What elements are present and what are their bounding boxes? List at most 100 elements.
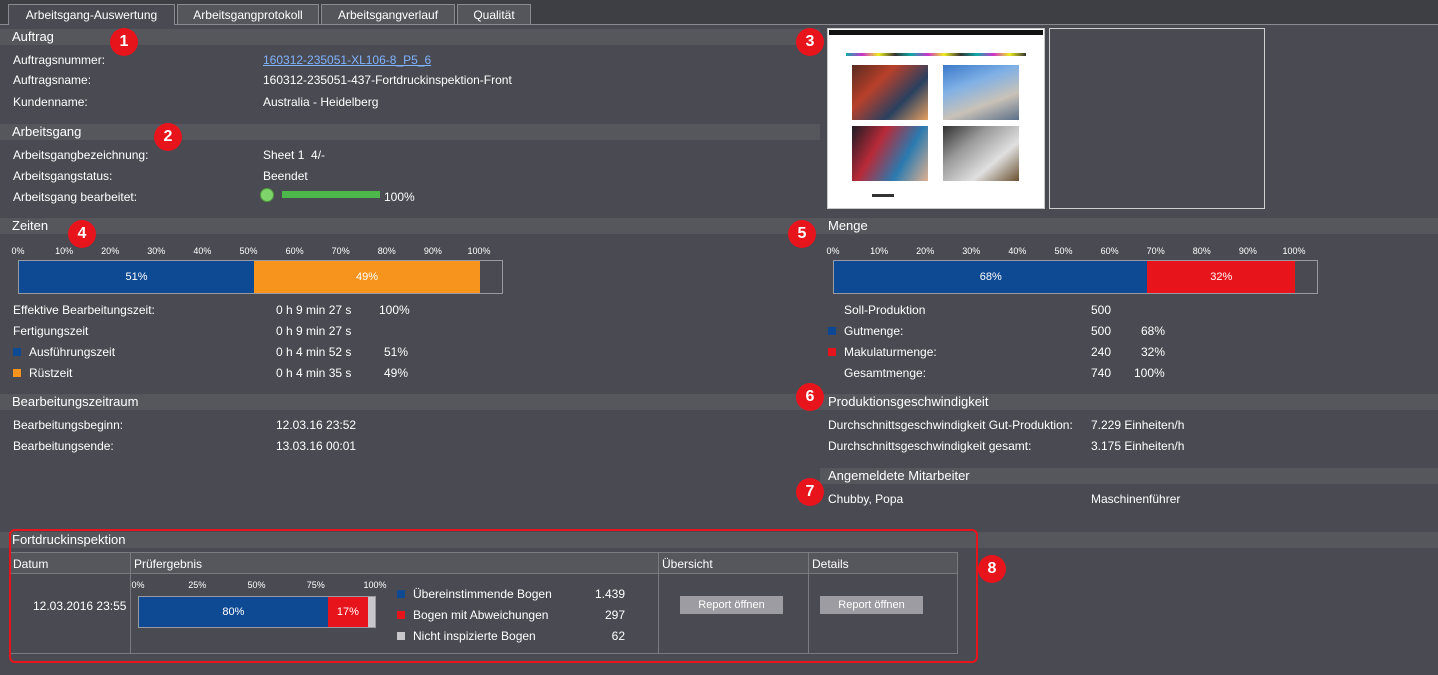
legend-swatch [397, 611, 405, 619]
scale-tick-label: 0% [11, 246, 25, 256]
photo-portrait [852, 126, 928, 181]
scale-tick-label: 10% [870, 246, 889, 256]
legend-swatch [397, 590, 405, 598]
scale-tick-label: 90% [1238, 246, 1257, 256]
bearbeitungsbeginn-value: 12.03.16 23:52 [276, 418, 357, 432]
section-menge-header: Menge [820, 218, 1438, 234]
zeiten-row-label: Rüstzeit [29, 366, 73, 380]
scale-tick-label: 40% [1008, 246, 1027, 256]
menge-scale: 0% 10% 20% 30% 40% 50% 60% 70% 80% 90% 100% [826, 246, 1305, 258]
zeiten-row-label: Ausführungszeit [29, 345, 116, 359]
status-dot-icon [260, 188, 274, 202]
callout-badge-1: 1 [110, 28, 138, 56]
auftragsname-label: Auftragsname: [13, 73, 92, 87]
zeiten-bar-chart: 51% 49% [18, 260, 503, 294]
callout-badge-2: 2 [154, 123, 182, 151]
sheet-preview-thumbnail[interactable] [827, 28, 1045, 209]
menge-row-pct: 100% [1134, 366, 1165, 380]
arbeitsgang-progress-fill [282, 191, 380, 198]
scale-tick-label: 30% [962, 246, 981, 256]
color-control-strip [846, 53, 1026, 56]
arbeitsgang-bearbeitet-label: Arbeitsgang bearbeitet: [13, 190, 138, 204]
menge-row-label: Gutmenge: [844, 324, 904, 338]
scale-tick-label: 70% [1146, 246, 1165, 256]
scale-tick-label: 60% [1100, 246, 1119, 256]
arbeitsgang-progress-track [282, 191, 380, 198]
tab-bar: Arbeitsgang-Auswertung Arbeitsgangprotok… [0, 0, 1438, 25]
inspection-legend-label: Bogen mit Abweichungen [413, 608, 549, 622]
section-arbeitsgang-header: Arbeitsgang [0, 124, 820, 140]
kundenname-value: Australia - Heidelberg [263, 95, 379, 109]
scale-tick-label: 30% [147, 246, 166, 256]
zeiten-scale: 0% 10% 20% 30% 40% 50% 60% 70% 80% 90% 100% [11, 246, 490, 258]
zeiten-row-label: Fertigungszeit [13, 324, 89, 338]
inspection-legend-label: Nicht inspizierte Bogen [413, 629, 536, 643]
speed-gut-label: Durchschnittsgeschwindigkeit Gut-Produkt… [828, 418, 1073, 432]
callout-badge-7: 7 [796, 478, 824, 506]
scale-tick-label: 0% [826, 246, 840, 256]
arbeitsgang-progress-value: 100% [384, 190, 415, 204]
bearbeitungsende-value: 13.03.16 00:01 [276, 439, 357, 453]
bar-segment: 49% [254, 261, 480, 293]
zeiten-row-value: 0 h 4 min 52 s [276, 345, 352, 359]
menge-row-label: Gesamtmenge: [844, 366, 927, 380]
tab-arbeitsgangverlauf[interactable]: Arbeitsgangverlauf [321, 4, 455, 24]
section-produktionsgeschwindigkeit-header: Produktionsgeschwindigkeit [820, 394, 1438, 410]
callout-badge-6: 6 [796, 383, 824, 411]
section-bearbeitungszeitraum-header: Bearbeitungszeitraum [0, 394, 820, 410]
menge-row-label: Soll-Produktion [844, 303, 926, 317]
tab-qualitaet[interactable]: Qualität [457, 4, 531, 24]
scale-tick-label: 20% [916, 246, 935, 256]
legend-swatch [13, 369, 21, 377]
menge-row-value: 240 [1091, 345, 1112, 359]
scale-tick-label: 50% [239, 246, 258, 256]
scale-tick-label: 60% [285, 246, 304, 256]
scale-tick-label: 10% [55, 246, 74, 256]
section-zeiten-header: Zeiten [0, 218, 820, 234]
inspection-legend-value: 62 [611, 629, 625, 643]
kundenname-label: Kundenname: [13, 95, 88, 109]
zeiten-row-label: Effektive Bearbeitungszeit: [13, 303, 155, 317]
bearbeitungsbeginn-label: Bearbeitungsbeginn: [13, 418, 124, 432]
scale-tick-label: 80% [1192, 246, 1211, 256]
arbeitsgangbezeichnung-label: Arbeitsgangbezeichnung: [13, 148, 149, 162]
mitarbeiter-name: Chubby, Popa [828, 492, 904, 506]
menge-row-value: 740 [1091, 366, 1112, 380]
auftragsnummer-label: Auftragsnummer: [13, 53, 106, 67]
auftragsnummer-link[interactable]: 160312-235051-XL106-8_P5_6 [263, 53, 431, 67]
callout-badge-4: 4 [68, 220, 96, 248]
speed-gesamt-value: 3.175 Einheiten/h [1091, 439, 1185, 453]
scale-tick-label: 100% [1282, 246, 1306, 256]
zeiten-row-value: 0 h 9 min 27 s [276, 324, 352, 338]
inspection-legend-label: Übereinstimmende Bogen [413, 587, 552, 601]
tab-arbeitsgang-auswertung[interactable]: Arbeitsgang-Auswertung [8, 4, 175, 25]
inspection-legend-value: 297 [604, 608, 625, 622]
menge-row-value: 500 [1091, 303, 1112, 317]
auftragsname-value: 160312-235051-437-Fortdruckinspektion-Fr… [263, 73, 512, 87]
arbeitsgangbezeichnung-value: Sheet 1 4/- [263, 148, 326, 162]
arbeitsgangstatus-label: Arbeitsgangstatus: [13, 169, 113, 183]
zeiten-row-value: 0 h 9 min 27 s [276, 303, 352, 317]
scale-tick-label: 20% [101, 246, 120, 256]
menge-row-label: Makulaturmenge: [844, 345, 937, 359]
scale-tick-label: 50% [1054, 246, 1073, 256]
photo-buildings [943, 65, 1019, 120]
bar-segment: 68% [834, 261, 1148, 293]
bar-segment: 51% [19, 261, 255, 293]
legend-swatch [397, 632, 405, 640]
zeiten-row-value: 0 h 4 min 35 s [276, 366, 352, 380]
callout-badge-3: 3 [796, 28, 824, 56]
legend-swatch [13, 348, 21, 356]
scale-tick-label: 80% [377, 246, 396, 256]
menge-row-value: 500 [1091, 324, 1112, 338]
callout-badge-5: 5 [788, 220, 816, 248]
sheet-preview-back[interactable] [1049, 28, 1265, 209]
menge-row-pct: 32% [1141, 345, 1166, 359]
arbeitsgangstatus-value: Beendet [263, 169, 308, 183]
tab-arbeitsgangprotokoll[interactable]: Arbeitsgangprotokoll [177, 4, 319, 24]
sheet-top-bar [829, 30, 1043, 35]
menge-row-pct: 68% [1141, 324, 1166, 338]
zeiten-row-pct: 49% [384, 366, 409, 380]
inspection-legend-value: 1.439 [594, 587, 625, 601]
scale-tick-label: 40% [193, 246, 212, 256]
